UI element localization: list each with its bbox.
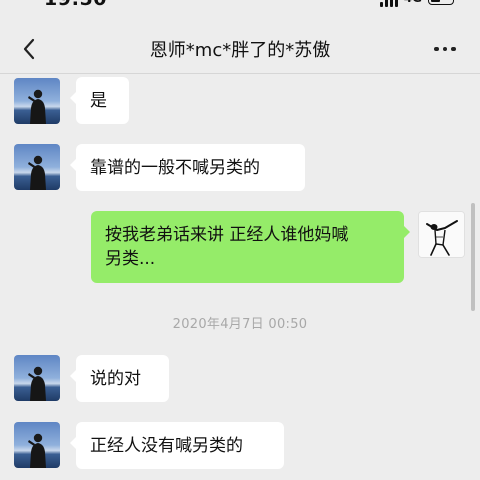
chat-scrollbar[interactable] [471, 203, 475, 311]
message-bubble-incoming[interactable]: 正经人没有喊另类的 [70, 422, 284, 469]
contact-avatar[interactable] [14, 144, 60, 190]
message-text: 正经人没有喊另类的 [90, 436, 243, 456]
message-bubble-outgoing[interactable]: 按我老弟话来讲 正经人谁他妈喊 另类... [91, 211, 410, 283]
message-text-line: 按我老弟话来讲 正经人谁他妈喊 [105, 225, 349, 245]
chat-title: 恩师*mc*胖了的*苏傲 [149, 40, 331, 61]
message-text: 是 [90, 91, 107, 111]
my-avatar[interactable] [418, 211, 465, 258]
message-bubble-incoming[interactable]: 说的对 [70, 355, 169, 402]
message-bubble-incoming[interactable]: 靠谱的一般不喊另类的 [70, 144, 305, 191]
more-icon [434, 46, 456, 52]
message-text: 说的对 [90, 369, 141, 389]
more-button[interactable] [430, 40, 460, 58]
contact-avatar[interactable] [14, 78, 60, 124]
status-bar: 19:50 4G [0, 0, 480, 12]
message-timestamp: 2020年4月7日 00:50 [172, 317, 308, 332]
contact-avatar[interactable] [14, 355, 60, 401]
status-indicators: 4G [379, 0, 454, 7]
network-type: 4G [404, 0, 422, 5]
contact-avatar[interactable] [14, 422, 60, 468]
dab-figure-icon [419, 212, 464, 257]
chat-header: 恩师*mc*胖了的*苏傲 [0, 22, 480, 74]
battery-icon [428, 0, 454, 5]
status-time: 19:50 [44, 0, 107, 10]
message-bubble-incoming[interactable]: 是 [70, 77, 129, 124]
signal-icon [379, 0, 398, 7]
message-text-line: 另类... [105, 249, 156, 269]
message-text: 靠谱的一般不喊另类的 [90, 158, 260, 178]
